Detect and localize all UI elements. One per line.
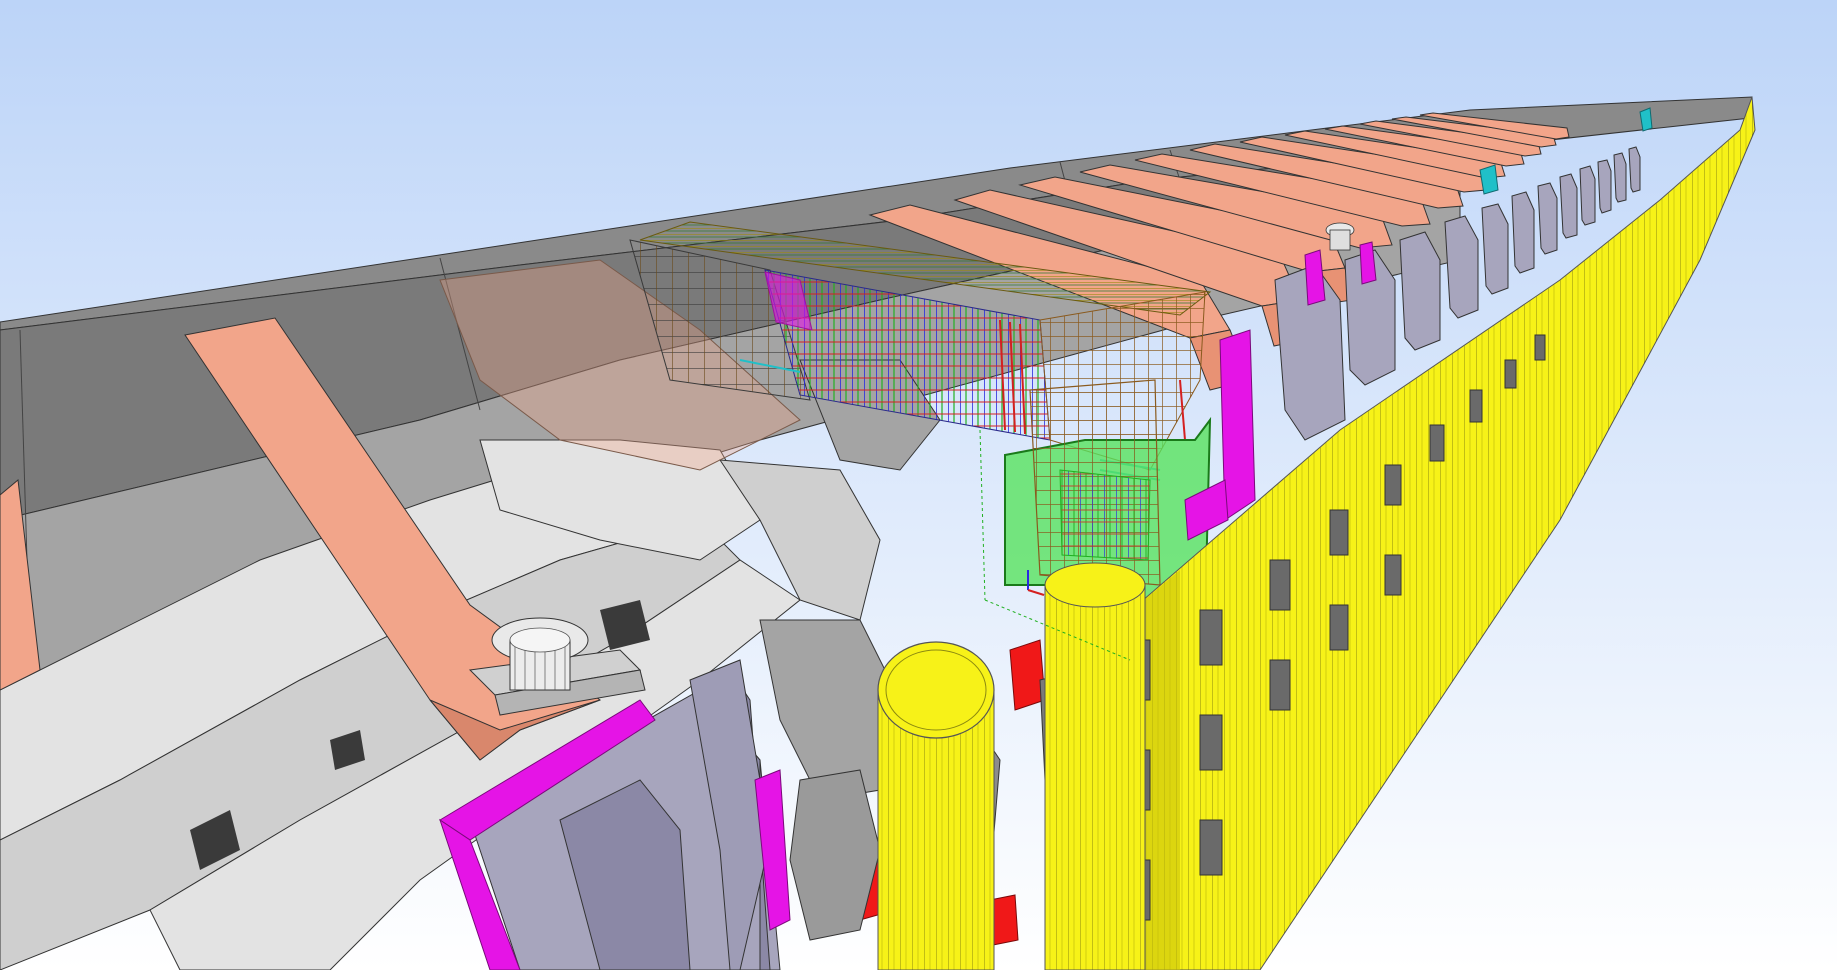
pile-cap-rebar-inner: [1059, 469, 1151, 561]
yellow-pile-round[interactable]: [877, 641, 995, 970]
model-scene[interactable]: [0, 0, 1837, 970]
yellow-pile-under-cap[interactable]: [1044, 562, 1146, 970]
bolt-small[interactable]: [1325, 222, 1355, 251]
model-viewport[interactable]: [0, 0, 1837, 970]
